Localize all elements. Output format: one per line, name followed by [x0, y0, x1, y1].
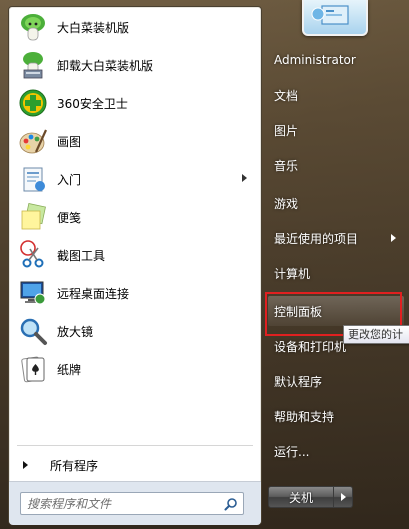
program-item-360[interactable]: 360安全卫士	[15, 85, 255, 121]
360-shield-icon	[17, 87, 49, 119]
right-item-label: 设备和打印机	[274, 339, 347, 354]
program-item-paint[interactable]: 画图	[15, 123, 255, 159]
shutdown-options-button[interactable]	[334, 486, 353, 508]
chevron-right-icon	[340, 493, 346, 501]
magnifier-icon	[17, 315, 49, 347]
search-icon[interactable]	[219, 494, 243, 513]
right-item-run[interactable]: 运行...	[268, 436, 404, 466]
remote-desktop-icon	[17, 277, 49, 309]
program-label: 纸牌	[57, 362, 82, 377]
right-item-label: 音乐	[274, 158, 299, 173]
uninstall-icon	[17, 49, 49, 81]
right-item-label: 默认程序	[274, 374, 323, 389]
shutdown-group: 关机	[268, 486, 356, 508]
expand-arrow-icon	[23, 461, 28, 469]
right-item-documents[interactable]: 文档	[268, 80, 404, 110]
search-box	[20, 492, 244, 515]
right-item-label: 计算机	[274, 266, 311, 281]
shutdown-label: 关机	[288, 490, 313, 505]
submenu-arrow-icon	[242, 174, 247, 182]
right-item-music[interactable]: 音乐	[268, 150, 404, 180]
paint-icon	[17, 125, 49, 157]
shutdown-button[interactable]: 关机	[268, 486, 334, 508]
program-item-uninstall[interactable]: 卸载大白菜装机版	[15, 47, 255, 83]
right-item-pictures[interactable]: 图片	[268, 115, 404, 145]
dabaicai-icon	[17, 11, 49, 43]
program-label: 入门	[57, 172, 82, 187]
right-item-default-programs[interactable]: 默认程序	[268, 366, 404, 396]
control-panel-tooltip: 更改您的计	[343, 325, 409, 344]
program-label: 卸载大白菜装机版	[57, 58, 154, 73]
right-item-label: 图片	[274, 123, 299, 138]
solitaire-icon	[17, 353, 49, 385]
program-label: 远程桌面连接	[57, 286, 130, 301]
all-programs-button[interactable]: 所有程序	[15, 451, 255, 479]
right-item-label: 游戏	[274, 196, 299, 211]
program-item-snipping-tool[interactable]: 截图工具	[15, 237, 255, 273]
program-item-solitaire[interactable]: 纸牌	[15, 351, 255, 387]
user-avatar[interactable]	[302, 0, 368, 36]
right-item-user[interactable]: Administrator	[268, 45, 404, 75]
all-programs-label: 所有程序	[50, 458, 99, 473]
right-item-label: 最近使用的项目	[274, 231, 359, 246]
program-label: 画图	[57, 134, 82, 149]
submenu-arrow-icon	[391, 234, 396, 242]
right-item-label: 帮助和支持	[274, 409, 335, 424]
program-label: 便笺	[57, 210, 82, 225]
right-item-help[interactable]: 帮助和支持	[268, 401, 404, 431]
right-item-games[interactable]: 游戏	[268, 188, 404, 218]
sticky-notes-icon	[17, 201, 49, 233]
user-name: Administrator	[274, 53, 356, 67]
right-item-computer[interactable]: 计算机	[268, 258, 404, 288]
program-item-dabaicai[interactable]: 大白菜装机版	[15, 9, 255, 45]
search-input[interactable]	[21, 494, 219, 513]
right-item-label: 运行...	[274, 444, 310, 459]
right-item-label: 文档	[274, 88, 299, 103]
program-label: 放大镜	[57, 324, 94, 339]
divider	[17, 445, 253, 446]
user-picture-icon	[311, 5, 349, 25]
snipping-tool-icon	[17, 239, 49, 271]
program-item-sticky-notes[interactable]: 便笺	[15, 199, 255, 235]
program-label: 截图工具	[57, 248, 106, 263]
program-label: 大白菜装机版	[57, 20, 130, 35]
right-item-recent[interactable]: 最近使用的项目	[268, 223, 404, 253]
program-item-getting-started[interactable]: 入门	[15, 161, 255, 197]
getting-started-icon	[17, 163, 49, 195]
program-label: 360安全卫士	[57, 96, 128, 111]
programs-panel: 大白菜装机版 卸载大白菜装机版 360安全卫士 画图 入门 便笺 截图工具 远程…	[8, 6, 262, 525]
search-area	[9, 481, 261, 525]
program-item-remote-desktop[interactable]: 远程桌面连接	[15, 275, 255, 311]
program-item-magnifier[interactable]: 放大镜	[15, 313, 255, 349]
